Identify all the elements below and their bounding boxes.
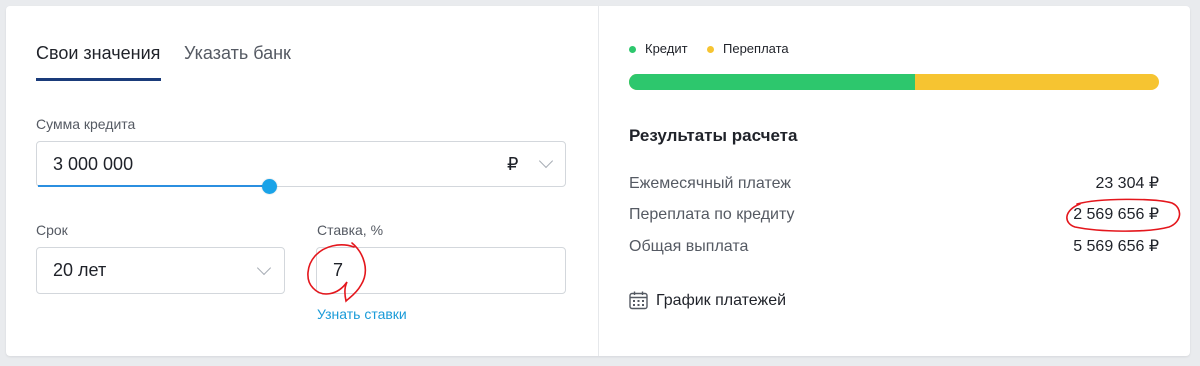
payment-structure-bar: [629, 74, 1159, 90]
rate-input[interactable]: 7: [316, 247, 566, 294]
rate-label: Ставка, %: [317, 222, 384, 238]
term-label: Срок: [36, 222, 68, 238]
overpayment-value: 2 569 656 ₽: [1073, 206, 1159, 223]
results-panel: Кредит Переплата Результаты расчета Ежем…: [599, 6, 1190, 356]
monthly-payment-value: 23 304 ₽: [1095, 175, 1159, 192]
overpayment-label: Переплата по кредиту: [629, 206, 795, 223]
tab-own-values[interactable]: Свои значения: [36, 42, 160, 82]
credit-legend-label: Кредит: [645, 41, 688, 56]
loan-amount-slider-track[interactable]: [38, 185, 270, 187]
overpayment-legend-dot: [707, 46, 714, 53]
chevron-down-icon[interactable]: [538, 153, 554, 169]
active-tab-indicator: [36, 78, 161, 81]
term-value[interactable]: 20 лет: [53, 248, 106, 292]
rate-value[interactable]: 7: [333, 248, 343, 292]
check-rates-link[interactable]: Узнать ставки: [317, 306, 407, 322]
tab-choose-bank[interactable]: Указать банк: [184, 42, 291, 82]
credit-share-segment: [629, 74, 915, 90]
total-payment-label: Общая выплата: [629, 238, 749, 255]
credit-legend-dot: [629, 46, 636, 53]
input-panel: Свои значения Указать банк Сумма кредита…: [6, 6, 598, 356]
chevron-down-icon[interactable]: [256, 260, 272, 276]
payment-schedule-label[interactable]: График платежей: [656, 291, 786, 311]
monthly-payment-label: Ежемесячный платеж: [629, 175, 792, 192]
ruble-icon: ₽: [507, 154, 519, 174]
calendar-icon: [629, 291, 648, 310]
mortgage-calculator-card: Свои значения Указать банк Сумма кредита…: [6, 6, 1190, 356]
results-title: Результаты расчета: [629, 126, 798, 145]
loan-amount-value[interactable]: 3 000 000: [53, 142, 133, 186]
term-select[interactable]: 20 лет: [36, 247, 285, 294]
overpayment-legend-label: Переплата: [723, 41, 789, 56]
loan-amount-field[interactable]: 3 000 000 ₽: [36, 141, 566, 187]
loan-amount-slider-thumb[interactable]: [262, 179, 278, 194]
loan-amount-label: Сумма кредита: [36, 116, 136, 132]
total-payment-value: 5 569 656 ₽: [1073, 238, 1159, 255]
